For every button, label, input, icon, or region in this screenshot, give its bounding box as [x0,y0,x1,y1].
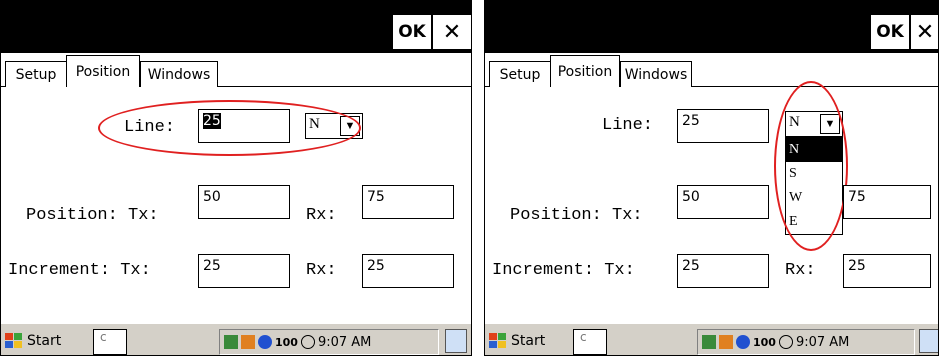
increment-tx-label: Increment: Tx: [8,261,151,280]
battery-icon: 100 [753,335,776,349]
line-input[interactable]: 25 [677,109,769,143]
position-tx-label: Position: Tx: [510,206,643,225]
highlight-ellipse [98,100,361,156]
close-icon: ✕ [442,19,462,45]
sync-icon [778,335,793,349]
power-icon [241,335,255,349]
windows-flag-icon [489,333,507,349]
increment-tx-input[interactable]: 25 [677,254,769,288]
tab-position[interactable]: Position [66,55,140,88]
sync-icon [300,335,315,349]
increment-tx-label: Increment: Tx: [492,261,635,280]
position-rx-label: Rx: [306,206,337,225]
position-rx-input[interactable]: 75 [362,185,454,219]
start-label: Start [27,333,62,349]
taskbar: Start c 100 9:07 AM [1,323,471,355]
taskbar: Start c 100 9:07 AM [485,323,938,355]
input-panel-box[interactable]: c [93,329,127,355]
tab-windows[interactable]: Windows [140,61,218,87]
highlight-ellipse [774,81,848,251]
position-rx-input[interactable]: 75 [843,185,931,219]
tab-setup[interactable]: Setup [5,61,67,87]
left-screen: OK ✕ Setup Position Windows Line: 25 N ▼… [0,0,472,356]
right-screen: OK ✕ Setup Position Windows Line: 25 N ▼… [484,0,939,356]
tab-windows[interactable]: Windows [620,61,692,87]
system-tray: 100 9:07 AM [219,329,439,355]
close-button[interactable]: ✕ [433,15,471,49]
power-icon [719,335,733,349]
close-icon: ✕ [915,19,935,45]
tab-position[interactable]: Position [550,55,620,88]
increment-tx-input[interactable]: 25 [198,254,290,288]
windows-flag-icon [5,333,23,349]
tab-setup[interactable]: Setup [489,61,551,87]
start-button[interactable]: Start [489,328,545,354]
system-tray: 100 9:07 AM [697,329,915,355]
close-button[interactable]: ✕ [911,15,938,49]
ok-button[interactable]: OK [393,15,431,49]
input-panel-box[interactable]: c [573,329,607,355]
clock[interactable]: 9:07 AM [796,335,849,350]
battery-icon: 100 [275,335,298,349]
desktop-icon[interactable] [445,329,467,353]
title-bar: OK ✕ [1,1,471,53]
increment-rx-input[interactable]: 25 [843,254,931,288]
start-label: Start [511,333,546,349]
bluetooth-icon[interactable] [258,335,272,349]
start-button[interactable]: Start [5,328,61,354]
desktop-icon[interactable] [919,329,938,353]
position-tx-input[interactable]: 50 [677,185,769,219]
bluetooth-icon[interactable] [736,335,750,349]
clock[interactable]: 9:07 AM [318,335,371,350]
increment-rx-input[interactable]: 25 [362,254,454,288]
increment-rx-label: Rx: [306,261,337,280]
connection-icon [224,335,238,349]
ok-button[interactable]: OK [871,15,909,49]
position-tx-label: Position: Tx: [26,206,159,225]
position-tx-input[interactable]: 50 [198,185,290,219]
increment-rx-label: Rx: [785,261,816,280]
connection-icon [702,335,716,349]
title-bar: OK ✕ [485,1,938,53]
line-label: Line: [602,116,654,135]
